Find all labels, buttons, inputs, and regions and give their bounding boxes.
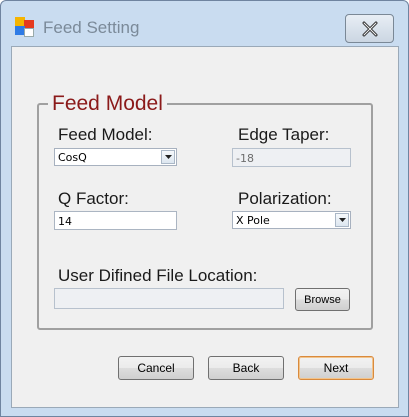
q-factor-label: Q Factor: [58, 189, 129, 208]
polarization-value: X Pole [236, 214, 270, 227]
file-location-input[interactable] [54, 288, 284, 309]
group-title: Feed Model [48, 92, 167, 116]
close-icon [362, 21, 377, 36]
next-button[interactable]: Next [298, 356, 374, 380]
polarization-select[interactable]: X Pole [232, 211, 351, 229]
edge-taper-value: -18 [236, 152, 254, 165]
browse-button[interactable]: Browse [295, 288, 350, 311]
feed-model-label: Feed Model: [58, 125, 153, 144]
polarization-label: Polarization: [238, 189, 332, 208]
chevron-down-icon [338, 218, 346, 222]
chevron-down-icon [164, 155, 172, 159]
cancel-button[interactable]: Cancel [118, 356, 194, 380]
dialog-client-area: Feed Model Feed Model: CosQ Edge Taper: … [11, 46, 399, 408]
feed-model-value: CosQ [58, 151, 87, 164]
file-location-label: User Difined File Location: [58, 266, 258, 285]
q-factor-value: 14 [58, 215, 72, 228]
q-factor-input[interactable]: 14 [54, 211, 177, 230]
back-button[interactable]: Back [208, 356, 284, 380]
feed-model-select[interactable]: CosQ [54, 148, 177, 166]
window: Feed Setting Feed Model Feed Model: CosQ… [0, 0, 409, 417]
app-icon [15, 17, 37, 37]
window-title: Feed Setting [43, 18, 140, 37]
title-bar[interactable]: Feed Setting [1, 1, 408, 47]
close-button[interactable] [345, 14, 394, 43]
feed-model-group: Feed Model Feed Model: CosQ Edge Taper: … [37, 92, 373, 330]
edge-taper-input[interactable]: -18 [232, 148, 351, 167]
edge-taper-label: Edge Taper: [238, 125, 330, 144]
polarization-dropdown-button[interactable] [335, 213, 349, 227]
feed-model-dropdown-button[interactable] [161, 150, 175, 164]
